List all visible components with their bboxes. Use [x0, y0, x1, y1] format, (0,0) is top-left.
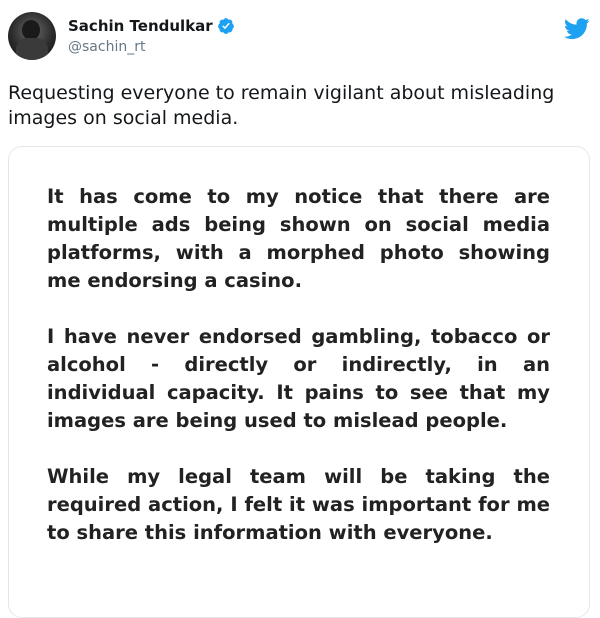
tweet-text: Requesting everyone to remain vigilant a… — [8, 82, 555, 129]
tweet-header: Sachin Tendulkar @sachin_rt — [8, 8, 592, 68]
tweet-image-card[interactable]: It has come to my notice that there are … — [8, 146, 590, 618]
avatar-body-shape — [16, 38, 48, 60]
author-names: Sachin Tendulkar @sachin_rt — [68, 16, 235, 56]
statement-paragraph: I have never endorsed gambling, tobacco … — [47, 325, 550, 432]
author-display-name[interactable]: Sachin Tendulkar — [68, 16, 235, 36]
tweet: Sachin Tendulkar @sachin_rt Requesting e… — [0, 0, 600, 618]
statement-paragraph: While my legal team will be taking the r… — [47, 465, 550, 544]
author-display-name-text: Sachin Tendulkar — [68, 17, 213, 35]
avatar-head-shape — [22, 20, 40, 40]
statement-paragraph: It has come to my notice that there are … — [47, 185, 550, 292]
author-handle[interactable]: @sachin_rt — [68, 38, 235, 56]
profile-avatar[interactable] — [8, 12, 56, 60]
statement-text: It has come to my notice that there are … — [47, 183, 550, 575]
verified-badge-icon — [217, 18, 234, 34]
twitter-bird-icon[interactable] — [564, 18, 590, 40]
